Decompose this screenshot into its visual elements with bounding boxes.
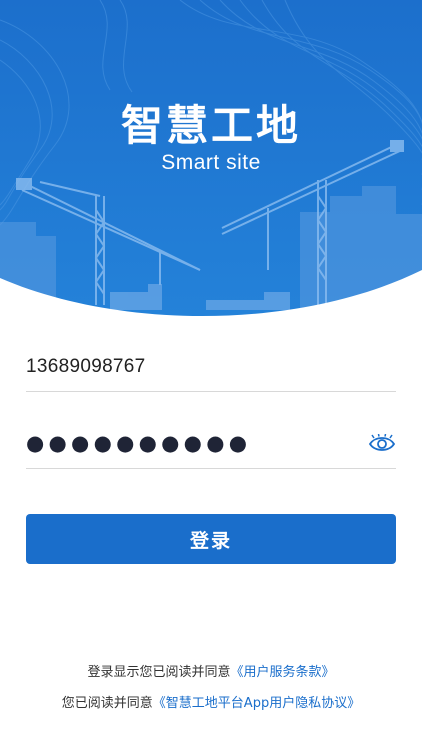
phone-input[interactable]: 13689098767 [26,348,396,392]
phone-input-value[interactable]: 13689098767 [26,356,146,378]
hero-banner: 智慧工地 Smart site [0,0,422,320]
agreement-line-terms: 登录显示您已阅读并同意《用户服务条款》 [0,661,422,680]
agreement-line-privacy-text: 您已阅读并同意 [61,696,153,711]
agreement-line-privacy: 您已阅读并同意《智慧工地平台App用户隐私协议》 [0,692,422,711]
app-title: 智慧工地 [120,101,301,150]
agreement-line-terms-text: 登录显示您已阅读并同意 [87,665,231,680]
app-subtitle: Smart site [161,151,261,174]
password-input-value[interactable]: ●●●●●●●●●● [26,431,251,455]
login-button[interactable]: 登录 [26,514,396,564]
terms-of-service-link[interactable]: 《用户服务条款》 [231,665,335,680]
privacy-policy-link[interactable]: 《智慧工地平台App用户隐私协议》 [153,696,360,711]
password-input[interactable]: ●●●●●●●●●● [26,425,396,469]
eye-icon[interactable] [368,433,396,454]
